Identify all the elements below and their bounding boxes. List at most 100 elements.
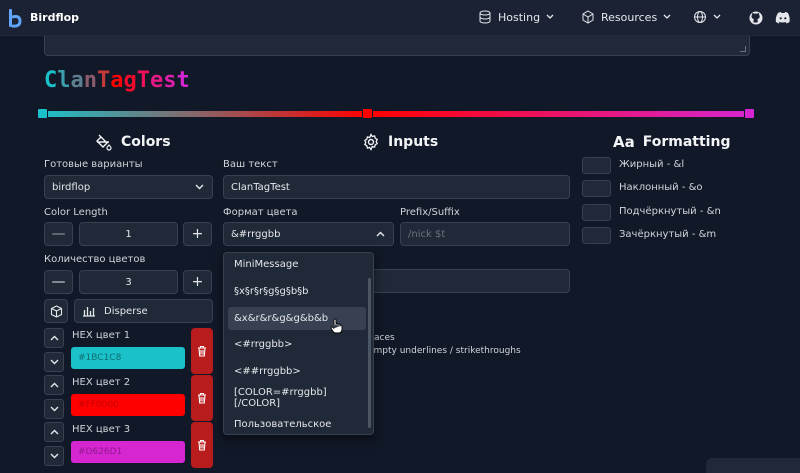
github-icon[interactable] bbox=[749, 11, 763, 25]
gradient-preview: ClanTagTest bbox=[44, 66, 190, 96]
move-up-button[interactable] bbox=[44, 375, 64, 395]
gear-icon bbox=[363, 133, 379, 151]
format-option[interactable]: §x§r§r§g§g§b§b bbox=[228, 280, 366, 303]
presets-label: Готовые варианты bbox=[44, 159, 143, 170]
preview-letter: T bbox=[136, 68, 150, 93]
count-decrement-button[interactable]: — bbox=[44, 270, 73, 294]
format-toggle-checkbox[interactable] bbox=[582, 227, 611, 244]
text-input[interactable]: ClanTagTest bbox=[223, 175, 570, 199]
format-option[interactable]: <#rrggbb> bbox=[228, 333, 366, 356]
inputs-heading: Inputs bbox=[362, 133, 438, 151]
preview-letter: e bbox=[150, 68, 164, 93]
preview-letter: a bbox=[70, 68, 84, 93]
preview-letter: n bbox=[83, 68, 97, 93]
hex-color-label: HEX цвет 2 bbox=[72, 377, 131, 388]
preview-letter: t bbox=[176, 68, 190, 93]
option-partial-text-2: empty underlines / strikethroughs bbox=[368, 346, 521, 356]
gradient-stop-handle[interactable] bbox=[37, 108, 48, 119]
birdflop-logo-icon[interactable] bbox=[8, 8, 22, 28]
format-option[interactable]: &x&r&r&g&g&b&b bbox=[228, 307, 366, 330]
format-option[interactable]: <##rrggbb> bbox=[228, 360, 366, 383]
corner-widget bbox=[706, 458, 800, 473]
preview-letter: T bbox=[97, 68, 111, 93]
preview-letter: C bbox=[44, 68, 58, 93]
move-down-button[interactable] bbox=[44, 446, 64, 466]
chevron-down-icon bbox=[546, 14, 554, 19]
chevron-down-icon bbox=[50, 406, 58, 412]
format-option[interactable]: [COLOR=#rrggbb][/COLOR] bbox=[228, 386, 366, 409]
preset-select[interactable]: birdflop bbox=[44, 175, 213, 199]
hex-color-label: HEX цвет 3 bbox=[72, 424, 131, 435]
hex-color-label: HEX цвет 1 bbox=[72, 330, 131, 341]
cube-icon bbox=[582, 10, 594, 24]
brand-name[interactable]: Birdflop bbox=[30, 11, 79, 24]
format-option[interactable]: Пользовательское bbox=[228, 413, 366, 436]
disperse-label: Disperse bbox=[104, 305, 148, 317]
globe-icon bbox=[694, 11, 706, 23]
move-down-button[interactable] bbox=[44, 399, 64, 419]
nav-resources[interactable]: Resources bbox=[581, 10, 671, 24]
preview-letter: g bbox=[123, 68, 137, 93]
trash-icon bbox=[198, 392, 206, 404]
discord-icon[interactable] bbox=[775, 11, 791, 25]
preset-select-value: birdflop bbox=[52, 181, 91, 193]
gradient-stop-handle[interactable] bbox=[744, 108, 755, 119]
nav-hosting[interactable]: Hosting bbox=[478, 10, 554, 24]
format-option[interactable]: MiniMessage bbox=[228, 253, 366, 276]
color-count-label: Количество цветов bbox=[44, 254, 146, 265]
chevron-down-icon bbox=[50, 453, 58, 459]
hidden-input-behind-menu[interactable] bbox=[368, 269, 570, 293]
randomize-button[interactable] bbox=[44, 299, 68, 323]
prefix-suffix-input[interactable]: /nick $t bbox=[400, 222, 570, 246]
format-dropdown-menu: MiniMessage §x§r§r§g§g§b§b &x&r&r&g&g&b&b <… bbox=[223, 252, 374, 435]
color-length-label: Color Length bbox=[44, 207, 108, 218]
gradient-stop-handle[interactable] bbox=[362, 108, 373, 119]
delete-color-button[interactable] bbox=[191, 422, 213, 468]
delete-color-button[interactable] bbox=[191, 375, 213, 421]
prefix-suffix-label: Prefix/Suffix bbox=[400, 207, 460, 218]
trash-icon bbox=[198, 345, 206, 357]
option-partial-text-1: aces bbox=[374, 333, 395, 343]
output-textarea[interactable] bbox=[44, 36, 750, 56]
color-length-input[interactable]: 1 bbox=[79, 222, 178, 246]
formatting-heading: Aa Formatting bbox=[613, 133, 730, 151]
color-count-input[interactable]: 3 bbox=[79, 270, 178, 294]
nav-hosting-label: Hosting bbox=[498, 10, 541, 24]
format-toggle-checkbox[interactable] bbox=[582, 204, 611, 221]
preview-letter: a bbox=[110, 68, 124, 93]
dice-icon bbox=[50, 304, 62, 318]
preview-letter: s bbox=[163, 68, 177, 93]
hex-color-input[interactable]: #D626D1 bbox=[71, 441, 185, 463]
hand-cursor-icon bbox=[330, 318, 343, 334]
gradient-bar[interactable] bbox=[40, 111, 752, 117]
move-down-button[interactable] bbox=[44, 352, 64, 372]
count-increment-button[interactable]: + bbox=[183, 270, 212, 294]
format-toggle-label: Наклонный - &o bbox=[619, 182, 703, 193]
nav-resources-label: Resources bbox=[601, 10, 658, 24]
dropdown-scrollbar[interactable] bbox=[368, 278, 371, 428]
chevron-up-icon bbox=[376, 231, 385, 237]
database-icon bbox=[479, 10, 491, 24]
bar-chart-icon bbox=[83, 307, 95, 317]
format-toggle-checkbox[interactable] bbox=[582, 157, 611, 174]
chevron-up-icon bbox=[50, 335, 58, 341]
format-toggle-checkbox[interactable] bbox=[582, 180, 611, 197]
colors-title: Colors bbox=[121, 134, 171, 150]
format-label: Формат цвета bbox=[223, 207, 298, 218]
chevron-down-icon bbox=[663, 14, 671, 19]
resize-grip-icon[interactable] bbox=[740, 46, 746, 52]
length-increment-button[interactable]: + bbox=[183, 222, 212, 246]
colors-heading: Colors bbox=[95, 133, 171, 151]
hex-color-input[interactable]: #FF0000 bbox=[71, 394, 185, 416]
format-toggle-label: Жирный - &l bbox=[619, 159, 685, 170]
format-select[interactable]: &#rrggbb bbox=[223, 222, 394, 246]
move-up-button[interactable] bbox=[44, 422, 64, 442]
text-label: Ваш текст bbox=[223, 159, 278, 170]
hex-color-input[interactable]: #1BC1C8 bbox=[71, 347, 185, 369]
length-decrement-button[interactable]: — bbox=[44, 222, 73, 246]
disperse-button[interactable]: Disperse bbox=[74, 299, 213, 323]
language-selector[interactable] bbox=[693, 10, 721, 24]
move-up-button[interactable] bbox=[44, 328, 64, 348]
delete-color-button[interactable] bbox=[191, 328, 213, 374]
preview-letter: l bbox=[57, 68, 71, 93]
